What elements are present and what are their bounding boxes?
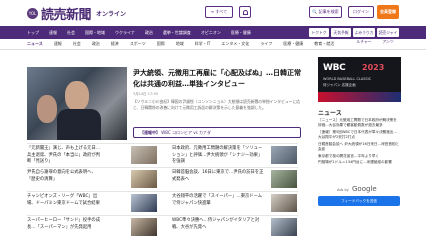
nav-item[interactable]: ウクライナ [115, 30, 135, 36]
hero-summary: 【ソウル＝小川由紀】韓国の尹錫悦（ユンソンニョル）大統領は読売新聞の単独インタビ… [133, 99, 301, 110]
related-text: WBC コロンビア vs カナダ [161, 130, 211, 135]
bell-icon [242, 9, 248, 15]
subnav-item[interactable]: 経済 [111, 41, 119, 47]
article-link[interactable]: 日韓首脳会談、16日に東京で…尹氏の訪日を正式発表へ [172, 170, 264, 183]
hero-related-link[interactable]: 【速報中】 WBC コロンビア vs カナダ [133, 127, 301, 138]
sidebar-news-list: ［ニュース］元徴用工問題で日本政府が解決策を評価…大谷効果で観客動員数が過去最多… [318, 118, 400, 167]
divider [27, 143, 298, 144]
ad-year: 2023 [362, 63, 385, 72]
login-button[interactable]: ログイン [348, 6, 374, 18]
sidebar-news-item[interactable]: 円相場が1ドル＝134円台に…米銀破綻の影響 [318, 160, 400, 165]
nav-item[interactable]: 政治 [145, 30, 153, 36]
article-thumbnail[interactable] [131, 218, 157, 236]
subnav-item[interactable]: エンタメ・文化 [221, 41, 249, 47]
article-thumbnail[interactable] [271, 170, 297, 188]
sidebar-news-item[interactable]: ［速報］第5回WBCで日本代表が準々決勝進出…大谷翔平が2安打2打点 [318, 130, 400, 140]
divider [27, 191, 298, 192]
ad-band [318, 92, 401, 102]
nav-item[interactable]: 医療・健康 [231, 30, 251, 36]
subnav-item[interactable]: 社会 [73, 41, 81, 47]
subnav-item[interactable]: 政治 [92, 41, 100, 47]
site-header: YOL 読売新聞 オンライン ≡ すべて 🔍 記事を検索 ログイン 会員登録 [0, 0, 426, 26]
subnav-item[interactable]: スポーツ [130, 41, 146, 47]
article-link[interactable]: 「元新聞王」演じ、声も上げる元日…兵主退席、尹氏の「本当に」政府が判断「見送り」 [27, 146, 102, 166]
article-thumbnail[interactable] [131, 146, 157, 164]
register-button[interactable]: 会員登録 [377, 5, 399, 19]
subnav-item[interactable]: 地域 [176, 41, 184, 47]
hero-image[interactable] [27, 67, 127, 140]
nav-item[interactable]: 社会 [67, 30, 75, 36]
nav-pill-tokutoku[interactable]: トクトク [309, 28, 329, 37]
nav-item[interactable]: オピニオン [201, 30, 221, 36]
subnav-item[interactable]: ニュース [27, 41, 43, 47]
nav-pill-giants[interactable]: 読売ジャイアンツ [377, 28, 399, 44]
subnav-item[interactable]: 国際 [157, 41, 165, 47]
article-thumbnail[interactable] [131, 194, 157, 212]
menu-button[interactable]: ≡ すべて [205, 6, 233, 18]
sidebar-news-item[interactable]: ［ニュース］元徴用工問題で日本政府が解決策を評価…大谷効果で観客動員数が過去最多 [318, 118, 400, 128]
article-thumbnail[interactable] [271, 194, 297, 212]
photo-figure [65, 81, 89, 111]
subnav-item[interactable]: ライフ [260, 41, 272, 47]
hero-headline[interactable]: 尹大統領、元徴用工再雇に「心配及ばぬ」…日韓正常化は共通の利益…単独インタビュー [133, 68, 301, 90]
logo-subtext: オンライン [96, 10, 127, 18]
sidebar-news-item[interactable]: 東京都で桜の開花宣言…平年より早く [318, 154, 400, 159]
logo-mark: YOL [27, 7, 38, 19]
google-logo: Google [352, 185, 377, 193]
subnav-item[interactable]: 医療・健康 [283, 41, 303, 47]
nav-item[interactable]: 速報 [49, 30, 57, 36]
wbc-ad-banner[interactable]: WBC 2023 WORLD BASEBALL CLASSIC 侍ジャパン 応援… [318, 57, 401, 102]
photo-figure [37, 95, 57, 123]
site-logo[interactable]: YOL 読売新聞 オンライン [27, 5, 127, 23]
sidebar-news-item[interactable]: 日韓首脳会談へ 尹大統領が16日来日…岸田首相と会談 [318, 142, 400, 152]
subnav-item[interactable]: 教育・就活 [314, 41, 334, 47]
logo-text: 読売新聞 [41, 7, 92, 23]
notification-button[interactable] [239, 6, 251, 18]
article-link[interactable]: チャンピオンズ・リーグ「WBC」出場、ドーパミン東京ドームで試合結果 [27, 194, 102, 207]
subnav-item[interactable]: 科学・IT [195, 41, 211, 47]
sub-nav: ニュース 速報 社会 政治 経済 スポーツ 国際 地域 科学・IT エンタメ・文… [0, 39, 426, 50]
divider [27, 215, 298, 216]
article-thumbnail[interactable] [131, 170, 157, 188]
nav-item[interactable]: 選挙・世論調査 [163, 30, 191, 36]
hero-timestamp: 3月14日 17:30 [133, 92, 158, 96]
ads-by-label: Ads by [337, 188, 349, 192]
article-thumbnail[interactable] [271, 218, 297, 236]
search-button[interactable]: 🔍 記事を検索 [309, 6, 342, 18]
divider [27, 167, 298, 168]
nav-pill-weather[interactable]: 天気予報 [331, 28, 351, 37]
subnav-item[interactable]: 速報 [54, 41, 62, 47]
article-link[interactable]: 日本政府、元徴用工問題の解決策を「ソリューション」と評価…尹大統領が「シナジー効… [172, 146, 264, 166]
related-label: 【速報中】 [140, 130, 160, 135]
nav-pill-culture[interactable]: よみうりカルチャー [353, 28, 375, 44]
article-link[interactable]: 尹氏自ら謝罪の意向を公式表明へ、「歴史の清算」 [27, 170, 102, 183]
article-link[interactable]: スーパーヒーロー「サンド」投手の成長…「スーパーマン」が先発起用 [27, 218, 102, 231]
nav-item[interactable]: 国際・地域 [85, 30, 105, 36]
nav-item[interactable]: トップ [27, 30, 39, 36]
ad-line: WORLD BASEBALL CLASSIC [323, 77, 372, 81]
article-link[interactable]: WBC準々決勝へ…侍ジャパンがイタリアと対戦、大谷が先発へ [172, 218, 264, 231]
ad-feedback-button[interactable]: フィードバックを送信 [318, 196, 400, 206]
ad-brand: WBC [323, 63, 346, 73]
ad-line: 侍ジャパン 応援企画 [323, 83, 356, 87]
article-link[interactable]: 大谷翔平の活躍で「スイーパー」…東京ドームで侍ジャパン快進撃 [172, 194, 264, 207]
sidebar-heading: ニュース [318, 110, 342, 117]
photo-figure [57, 109, 101, 140]
article-thumbnail[interactable] [271, 146, 297, 164]
